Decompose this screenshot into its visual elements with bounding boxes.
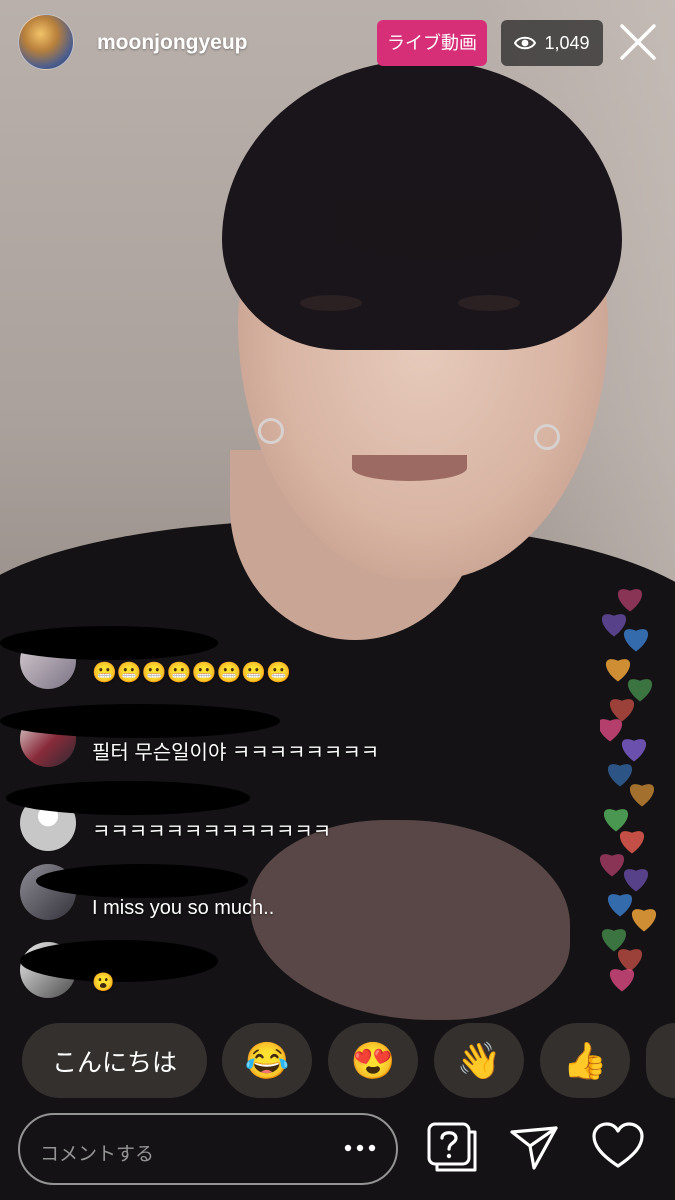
send-icon[interactable]: [506, 1118, 562, 1174]
eye-icon: [514, 36, 537, 50]
broadcaster-eye-right: [458, 295, 520, 311]
question-icon[interactable]: [423, 1118, 479, 1174]
heart-eyes-emoji-icon: 😍: [350, 1039, 396, 1081]
wave-emoji-icon: 👋: [456, 1039, 502, 1081]
quick-reply-wave-emoji[interactable]: 👋: [434, 1023, 524, 1098]
comment-text: 😬😬😬😬😬😬😬😬: [92, 662, 292, 684]
broadcaster-fringe: [330, 200, 540, 260]
quick-reply-joy-emoji[interactable]: 😂: [222, 1023, 312, 1098]
quick-reply-thumbs-up-emoji[interactable]: 👍: [540, 1023, 630, 1098]
floating-heart-icon: [601, 929, 627, 952]
broadcaster-username[interactable]: moonjongyeup: [97, 31, 248, 55]
floating-hearts: [600, 589, 657, 992]
comment-item: ㅋㅋㅋㅋㅋㅋㅋㅋㅋㅋㅋㅋㅋ: [0, 781, 600, 865]
floating-heart-icon: [619, 831, 645, 854]
more-icon[interactable]: [340, 1133, 380, 1163]
earring-right: [534, 424, 560, 450]
comment-input[interactable]: コメントする: [18, 1113, 398, 1185]
comment-text: I miss you so much..: [92, 897, 275, 919]
comment-placeholder: コメントする: [40, 1144, 155, 1165]
comment-text: 😮: [92, 972, 115, 992]
redacted-username: [6, 781, 250, 815]
floating-heart-icon: [603, 809, 629, 832]
floating-heart-icon: [601, 614, 627, 637]
comment-item: I miss you so much..: [0, 862, 600, 942]
comment-text: ㅋㅋㅋㅋㅋㅋㅋㅋㅋㅋㅋㅋㅋ: [92, 821, 332, 843]
viewer-count: 1,049: [544, 32, 590, 53]
comment-text: 필터 무슨일이야 ㅋㅋㅋㅋㅋㅋㅋㅋ: [92, 742, 380, 764]
floating-heart-icon: [627, 679, 653, 702]
thumbs-up-emoji-icon: 👍: [562, 1039, 608, 1081]
floating-heart-icon: [600, 719, 623, 742]
floating-heart-icon: [617, 949, 643, 972]
broadcaster-avatar[interactable]: [18, 14, 74, 70]
floating-heart-icon: [607, 894, 633, 917]
redacted-username: [36, 864, 248, 898]
quick-reply-label: こんにちは: [51, 1048, 177, 1077]
floating-heart-icon: [623, 869, 649, 892]
floating-heart-icon: [629, 784, 655, 807]
floating-heart-icon: [617, 589, 643, 612]
broadcaster-mouth: [352, 455, 467, 481]
close-icon[interactable]: [616, 20, 660, 64]
floating-heart-icon: [623, 629, 649, 652]
live-badge: ライブ動画: [377, 20, 487, 66]
floating-heart-icon: [605, 659, 631, 682]
floating-heart-icon: [631, 909, 657, 932]
quick-reply-heart-eyes-emoji[interactable]: 😍: [328, 1023, 418, 1098]
floating-heart-icon: [609, 969, 635, 992]
redacted-username: [0, 704, 280, 738]
earring-left: [258, 418, 284, 444]
redacted-username: [0, 626, 218, 660]
floating-heart-icon: [609, 699, 635, 722]
comment-item: 필터 무슨일이야 ㅋㅋㅋㅋㅋㅋㅋㅋ: [0, 704, 600, 788]
floating-heart-icon: [600, 854, 625, 877]
broadcaster-eye-left: [300, 295, 362, 311]
heart-icon[interactable]: [590, 1118, 646, 1174]
quick-reply-hello[interactable]: こんにちは: [22, 1023, 207, 1098]
floating-heart-icon: [621, 739, 647, 762]
comment-item: 😮: [0, 940, 600, 1020]
comment-item: 😬😬😬😬😬😬😬😬: [0, 626, 600, 710]
floating-heart-icon: [607, 764, 633, 787]
joy-emoji-icon: 😂: [244, 1039, 290, 1081]
redacted-username: [20, 940, 218, 982]
viewer-count-badge[interactable]: 1,049: [501, 20, 603, 66]
live-video-feed: [0, 0, 675, 1200]
